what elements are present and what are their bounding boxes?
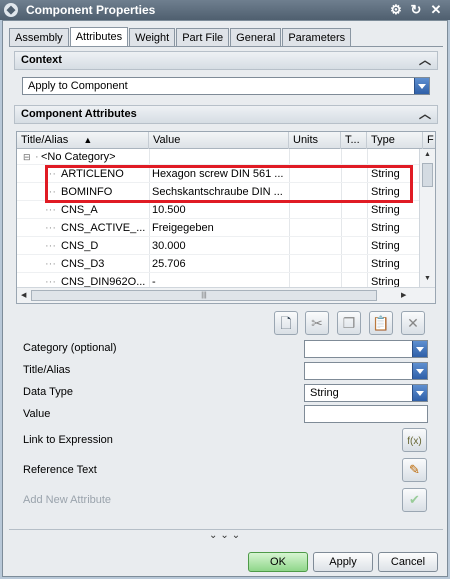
copy-icon[interactable]: ❐ [337, 311, 361, 335]
value-input[interactable] [304, 405, 428, 423]
data-type-value: String [310, 387, 339, 399]
cancel-button[interactable]: Cancel [378, 552, 438, 572]
tab-divider [9, 46, 443, 47]
horizontal-scrollbar[interactable]: ◀ ||| ▶ [17, 287, 435, 303]
tab-attributes[interactable]: Attributes [69, 27, 129, 47]
collapse-icon[interactable]: ⊟ [23, 149, 31, 165]
link-expression-button[interactable]: f(x) [402, 428, 427, 452]
add-attribute-button[interactable]: ✔ [402, 488, 427, 512]
reference-text-button[interactable]: ✎ [402, 458, 427, 482]
app-icon: ◆ [4, 3, 18, 17]
row-value: 10.500 [152, 204, 186, 216]
title-bar: ◆ Component Properties ⚙ ↻ ✕ [0, 0, 450, 20]
delete-icon[interactable]: ✕ [401, 311, 425, 335]
row-title: CNS_ACTIVE_... [61, 222, 146, 234]
expand-more-icon[interactable]: ⌄⌄⌄ [209, 530, 243, 541]
scrollbar-thumb[interactable]: ||| [31, 290, 377, 301]
title-alias-dropdown[interactable] [304, 362, 428, 380]
row-type: String [371, 222, 400, 234]
dialog-body: Assembly Attributes Weight Part File Gen… [2, 20, 448, 577]
data-type-dropdown[interactable]: String [304, 384, 428, 402]
settings-icon[interactable]: ⚙ [388, 2, 404, 18]
row-title: CNS_A [61, 204, 98, 216]
chevron-up-icon[interactable]: ︿ [419, 106, 431, 123]
scroll-right-icon[interactable]: ▶ [401, 291, 406, 299]
tab-part-file[interactable]: Part File [176, 28, 230, 47]
add-attribute-label: Add New Attribute [23, 494, 112, 506]
chevron-down-icon[interactable] [412, 341, 427, 357]
scrollbar-thumb[interactable] [422, 163, 433, 187]
row-title: CNS_D3 [61, 258, 105, 270]
refresh-icon[interactable]: ↻ [408, 2, 424, 18]
chevron-up-icon[interactable]: ︿ [419, 52, 431, 69]
row-type: String [371, 204, 400, 216]
table-row[interactable]: ··· CNS_ACTIVE_... Freigegeben String [17, 219, 419, 237]
table-row[interactable]: ··· CNS_D3 25.706 String [17, 255, 419, 273]
tab-parameters[interactable]: Parameters [282, 28, 352, 47]
window-title: Component Properties [26, 3, 156, 17]
link-expression-label: Link to Expression [23, 434, 113, 446]
table-row[interactable]: ··· CNS_A 10.500 String [17, 201, 419, 219]
column-title[interactable]: Title/Alias ▲ [17, 132, 149, 149]
row-title: CNS_D [61, 240, 99, 252]
table-row[interactable]: ··· CNS_D 30.000 String [17, 237, 419, 255]
new-attribute-icon[interactable]: 🗋 [274, 311, 298, 335]
value-label: Value [23, 408, 51, 420]
apply-button[interactable]: Apply [313, 552, 373, 572]
close-icon[interactable]: ✕ [428, 2, 444, 18]
row-value: 25.706 [152, 258, 186, 270]
row-type: String [371, 240, 400, 252]
data-type-label: Data Type [23, 386, 73, 398]
category-row[interactable]: ⊟ · <No Category> [17, 149, 419, 165]
chevron-down-icon[interactable] [412, 363, 427, 379]
reference-text-label: Reference Text [23, 464, 97, 476]
edit-text-icon: ✎ [409, 462, 420, 477]
attributes-table: Title/Alias ▲ Value Units T... Type F ⊟ … [16, 131, 436, 304]
vertical-scrollbar[interactable]: ▲ ▼ [419, 149, 435, 287]
context-dropdown-value: Apply to Component [28, 80, 128, 92]
scroll-up-icon[interactable]: ▲ [424, 151, 431, 158]
ok-button[interactable]: OK [248, 552, 308, 572]
cut-icon[interactable]: ✂ [305, 311, 329, 335]
category-label: Category (optional) [23, 342, 117, 354]
table-header: Title/Alias ▲ Value Units T... Type F [17, 132, 435, 149]
row-value: 30.000 [152, 240, 186, 252]
scroll-left-icon[interactable]: ◀ [21, 291, 26, 299]
chevron-down-icon[interactable] [412, 385, 427, 401]
attributes-section-header[interactable]: Component Attributes ︿ [14, 105, 438, 124]
column-units[interactable]: Units [289, 132, 341, 149]
category-label: <No Category> [41, 151, 116, 163]
chevron-down-icon[interactable] [414, 78, 429, 94]
attributes-header-label: Component Attributes [21, 108, 137, 120]
context-header-label: Context [21, 54, 62, 66]
sort-ascending-icon: ▲ [83, 135, 93, 145]
checkmark-icon: ✔ [409, 492, 420, 507]
column-value[interactable]: Value [149, 132, 289, 149]
tab-weight[interactable]: Weight [129, 28, 176, 47]
column-type[interactable]: Type [367, 132, 423, 149]
tab-assembly[interactable]: Assembly [9, 28, 69, 47]
scroll-down-icon[interactable]: ▼ [424, 275, 431, 282]
title-alias-label: Title/Alias [23, 364, 71, 376]
formula-icon: f(x) [407, 436, 422, 447]
column-t[interactable]: T... [341, 132, 367, 149]
context-section-header[interactable]: Context ︿ [14, 51, 438, 70]
category-dropdown[interactable] [304, 340, 428, 358]
highlight-box [45, 165, 413, 203]
row-type: String [371, 258, 400, 270]
paste-icon[interactable]: 📋 [369, 311, 393, 335]
tab-general[interactable]: General [230, 28, 282, 47]
column-extra[interactable]: F [423, 132, 435, 149]
tab-bar: Assembly Attributes Weight Part File Gen… [9, 27, 352, 47]
row-value: Freigegeben [152, 222, 214, 234]
context-dropdown[interactable]: Apply to Component [22, 77, 430, 95]
